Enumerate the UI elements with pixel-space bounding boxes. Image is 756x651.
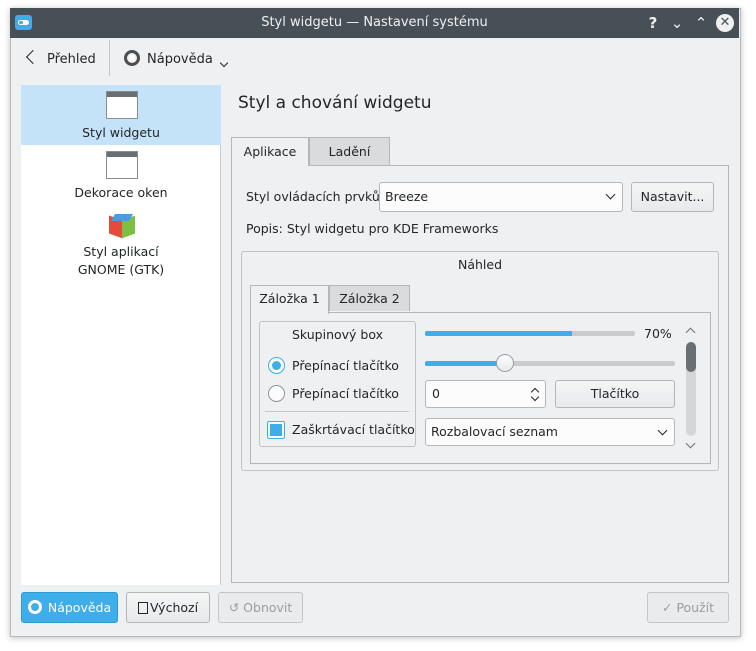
chevron-down-icon <box>657 425 668 436</box>
slider-fill <box>425 361 505 366</box>
radio-button-2-label: Přepínací tlačítko <box>292 386 399 401</box>
sidebar-item-widget-style[interactable]: Styl widgetu <box>21 85 221 145</box>
help-button[interactable]: Nápověda <box>21 592 118 623</box>
check-icon: ✓ <box>661 600 673 615</box>
radio-button-2[interactable] <box>268 385 285 402</box>
preview-push-button[interactable]: Tlačítko <box>555 380 675 408</box>
toolbar-separator <box>109 40 110 76</box>
spinbox[interactable]: 0 <box>425 380 546 408</box>
chevron-down-icon <box>219 58 229 68</box>
gtk-icon <box>109 214 135 239</box>
progress-label: 70% <box>644 326 672 341</box>
sidebar-item-label: Styl widgetu <box>82 125 160 140</box>
chevron-down-icon <box>605 189 616 200</box>
window-style-icon <box>106 91 138 119</box>
page-title: Styl a chování widgetu <box>238 93 432 113</box>
widget-style-label: Styl ovládacích prvků: <box>246 189 385 204</box>
groupbox-separator <box>265 411 409 412</box>
preview-combo[interactable]: Rozbalovací seznam <box>425 418 675 446</box>
back-button[interactable]: Přehled <box>25 49 96 71</box>
defaults-button[interactable]: Výchozí <box>126 592 210 623</box>
preview-title: Náhled <box>457 257 503 272</box>
widget-style-value: Breeze <box>385 189 429 204</box>
minimize-icon[interactable]: ⌄ <box>668 14 686 32</box>
chevron-left-icon <box>25 49 41 65</box>
lifebuoy-icon <box>27 600 42 614</box>
document-icon <box>137 602 148 614</box>
window-title: Styl widgetu — Nastavení systému <box>261 15 488 30</box>
title-bar: Styl widgetu — Nastavení systému ? ⌄ ⌃ ✕ <box>10 8 739 38</box>
spinbox-value: 0 <box>432 386 440 401</box>
sidebar-item-gtk-style[interactable]: Styl aplikací GNOME (GTK) <box>21 205 221 285</box>
preview-tab-2[interactable]: Záložka 2 <box>329 285 410 311</box>
slider-handle[interactable] <box>496 354 514 372</box>
configure-button[interactable]: Nastavit... <box>631 182 714 212</box>
apply-button-label: Použít <box>676 600 715 615</box>
help-menu-button[interactable]: Nápověda <box>124 49 229 71</box>
checkbox-label: Zaškrtávací tlačítko <box>292 422 415 437</box>
progress-fill <box>425 331 572 336</box>
toolbar: Přehled Nápověda <box>10 38 739 82</box>
undo-icon: ↺ <box>228 600 240 615</box>
preview-tab-1[interactable]: Záložka 1 <box>250 285 329 314</box>
sidebar-item-window-decoration[interactable]: Dekorace oken <box>21 145 221 205</box>
progress-bar <box>425 331 635 336</box>
tab-tweaks[interactable]: Ladění <box>309 137 390 165</box>
sidebar: Styl widgetu Dekorace oken Styl aplikací… <box>21 85 221 585</box>
tab-applications[interactable]: Aplikace <box>231 137 309 166</box>
apply-button[interactable]: ✓ Použít <box>647 592 729 623</box>
help-button-label: Nápověda <box>47 600 112 615</box>
help-menu-label: Nápověda <box>147 52 213 67</box>
reset-button-label: Obnovit <box>243 600 293 615</box>
sidebar-item-label: Dekorace oken <box>74 185 168 200</box>
style-description: Popis: Styl widgetu pro KDE Frameworks <box>246 221 499 236</box>
maximize-icon[interactable]: ⌃ <box>692 14 710 32</box>
radio-button-1-label: Přepínací tlačítko <box>292 358 399 373</box>
widget-style-combo[interactable]: Breeze <box>379 182 623 212</box>
close-icon[interactable]: ✕ <box>716 14 734 32</box>
reset-button[interactable]: ↺ Obnovit <box>218 592 303 623</box>
back-label: Přehled <box>47 52 96 67</box>
preview-combo-label: Rozbalovací seznam <box>431 424 558 439</box>
defaults-button-label: Výchozí <box>149 600 199 615</box>
spin-down-icon[interactable] <box>530 392 540 402</box>
lifebuoy-icon <box>124 50 140 66</box>
help-icon[interactable]: ? <box>644 14 662 32</box>
radio-button-1[interactable] <box>268 357 285 374</box>
sidebar-item-label: Styl aplikací GNOME (GTK) <box>77 244 165 277</box>
groupbox-title: Skupinový box <box>291 327 384 342</box>
scrollbar-thumb[interactable] <box>686 342 696 372</box>
window-decoration-icon <box>106 151 138 179</box>
checkbox[interactable] <box>267 421 285 439</box>
